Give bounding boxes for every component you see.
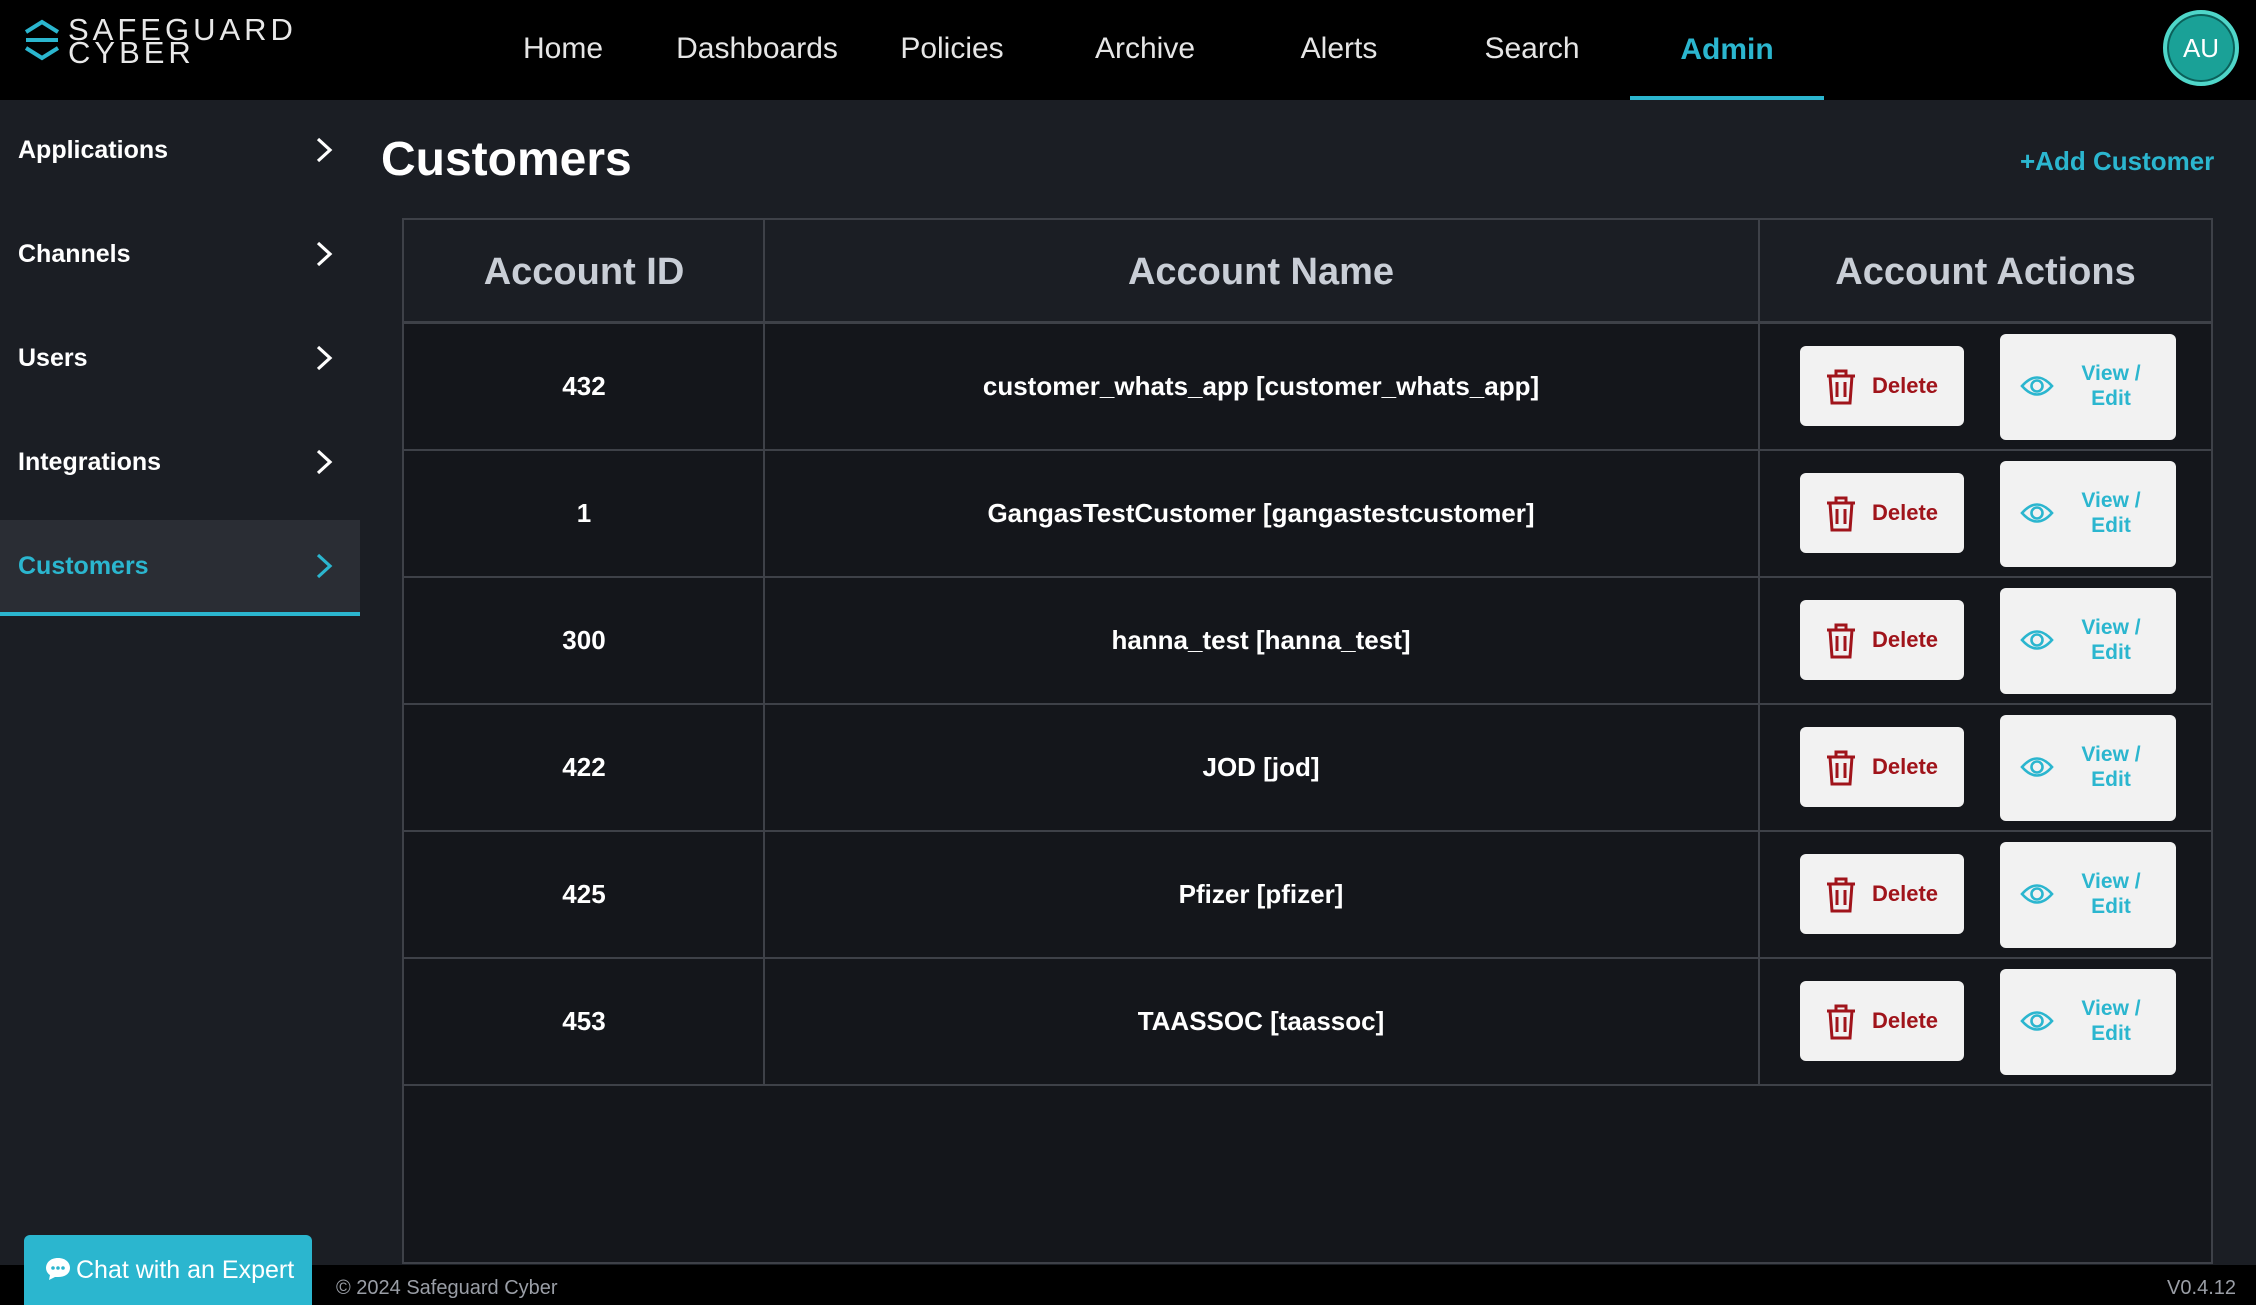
footer: © 2024 Safeguard Cyber V0.4.12	[0, 1265, 2256, 1305]
delete-button[interactable]: Delete	[1800, 727, 1964, 807]
delete-button-label: Delete	[1872, 754, 1939, 779]
copyright-text: © 2024 Safeguard Cyber	[336, 1277, 558, 1299]
view-edit-button-label: View / Edit	[2081, 743, 2141, 791]
admin-sidebar: Applications Channels Users Integrations…	[0, 100, 360, 1265]
account-id-cell: 432	[562, 371, 606, 401]
nav-home[interactable]: Home	[510, 0, 616, 100]
trash-icon	[1827, 369, 1855, 405]
nav-search[interactable]: Search	[1470, 0, 1594, 100]
trash-icon	[1827, 1004, 1855, 1040]
delete-button[interactable]: Delete	[1800, 473, 1964, 553]
chevron-right-icon	[316, 449, 333, 475]
delete-button[interactable]: Delete	[1800, 854, 1964, 934]
view-edit-button[interactable]: View / Edit	[2000, 842, 2176, 948]
page-title: Customers	[381, 133, 632, 186]
delete-button-label: Delete	[1872, 881, 1939, 906]
sidebar-item-customers[interactable]: Customers	[0, 520, 360, 616]
delete-button[interactable]: Delete	[1800, 981, 1964, 1061]
chevron-right-icon	[316, 241, 333, 267]
top-navigation-bar: SAFEGUARD CYBER Home Dashboards Policies…	[0, 0, 2256, 100]
view-edit-button-label: View / Edit	[2081, 616, 2141, 664]
trash-icon	[1827, 623, 1855, 659]
delete-button[interactable]: Delete	[1800, 346, 1964, 426]
chevron-right-icon	[316, 553, 333, 579]
view-edit-button-label: View / Edit	[2081, 489, 2141, 537]
column-header-account-id: Account ID	[483, 251, 685, 293]
table-header: Account ID Account Name Account Actions	[404, 220, 2211, 324]
version-text: V0.4.12	[2167, 1277, 2236, 1299]
view-edit-button-label: View / Edit	[2081, 997, 2141, 1045]
account-name-cell: TAASSOC [taassoc]	[1137, 1006, 1385, 1036]
sidebar-item-label: Users	[18, 344, 88, 372]
account-name-cell: JOD [jod]	[1202, 752, 1320, 782]
sidebar-item-label: Customers	[18, 552, 149, 580]
nav-dashboards[interactable]: Dashboards	[662, 0, 852, 100]
account-name-cell: Pfizer [pfizer]	[1178, 879, 1344, 909]
nav-alerts[interactable]: Alerts	[1280, 0, 1398, 100]
view-edit-button-label: View / Edit	[2081, 870, 2141, 918]
logo-text: SAFEGUARD CYBER	[68, 14, 297, 68]
account-id-cell: 422	[562, 752, 606, 782]
eye-icon	[2020, 757, 2054, 777]
sidebar-item-applications[interactable]: Applications	[0, 102, 360, 198]
account-id-cell: 453	[562, 1006, 606, 1036]
safeguard-cyber-logo[interactable]: SAFEGUARD CYBER	[22, 14, 302, 68]
table-row: 300 hanna_test [hanna_test] Delete View …	[404, 578, 2211, 705]
view-edit-button[interactable]: View / Edit	[2000, 334, 2176, 440]
sidebar-item-label: Integrations	[18, 448, 162, 476]
column-header-account-actions: Account Actions	[1835, 251, 2136, 293]
view-edit-button[interactable]: View / Edit	[2000, 969, 2176, 1075]
account-name-cell: GangasTestCustomer [gangastestcustomer]	[987, 498, 1535, 528]
account-id-cell: 300	[562, 625, 606, 655]
account-id-cell: 1	[576, 498, 592, 528]
delete-button-label: Delete	[1872, 500, 1939, 525]
table-row: 432 customer_whats_app [customer_whats_a…	[404, 324, 2211, 451]
add-customer-link[interactable]: +Add Customer	[2020, 146, 2214, 177]
user-avatar[interactable]: AU	[2163, 10, 2239, 86]
nav-archive[interactable]: Archive	[1080, 0, 1210, 100]
table-row: 425 Pfizer [pfizer] Delete View / Edit	[404, 832, 2211, 959]
view-edit-button[interactable]: View / Edit	[2000, 461, 2176, 567]
sidebar-item-integrations[interactable]: Integrations	[0, 414, 360, 510]
delete-button-label: Delete	[1872, 1008, 1939, 1033]
nav-admin[interactable]: Admin	[1630, 0, 1824, 100]
eye-icon	[2020, 376, 2054, 396]
delete-button-label: Delete	[1872, 627, 1939, 652]
chat-with-expert-button[interactable]: Chat with an Expert	[24, 1235, 312, 1305]
sidebar-item-label: Channels	[18, 240, 131, 268]
account-name-cell: customer_whats_app [customer_whats_app]	[982, 371, 1540, 401]
chat-bubble-icon	[46, 1258, 70, 1280]
chevron-right-icon	[316, 137, 333, 163]
delete-button-label: Delete	[1872, 373, 1939, 398]
table-row: 1 GangasTestCustomer [gangastestcustomer…	[404, 451, 2211, 578]
table-row: 453 TAASSOC [taassoc] Delete View / Edit	[404, 959, 2211, 1086]
account-name-cell: hanna_test [hanna_test]	[1111, 625, 1411, 655]
customers-table: Account ID Account Name Account Actions …	[402, 218, 2213, 1264]
table-row: 422 JOD [jod] Delete View / Edit	[404, 705, 2211, 832]
trash-icon	[1827, 877, 1855, 913]
column-header-account-name: Account Name	[1127, 251, 1395, 293]
view-edit-button-label: View / Edit	[2081, 362, 2141, 410]
chevron-right-icon	[316, 345, 333, 371]
sidebar-item-label: Applications	[18, 136, 169, 164]
eye-icon	[2020, 1011, 2054, 1031]
trash-icon	[1827, 750, 1855, 786]
eye-icon	[2020, 503, 2054, 523]
sidebar-item-users[interactable]: Users	[0, 310, 360, 406]
view-edit-button[interactable]: View / Edit	[2000, 588, 2176, 694]
logo-mark-icon	[24, 19, 60, 61]
trash-icon	[1827, 496, 1855, 532]
nav-policies[interactable]: Policies	[892, 0, 1012, 100]
view-edit-button[interactable]: View / Edit	[2000, 715, 2176, 821]
eye-icon	[2020, 884, 2054, 904]
delete-button[interactable]: Delete	[1800, 600, 1964, 680]
account-id-cell: 425	[562, 879, 606, 909]
eye-icon	[2020, 630, 2054, 650]
chat-button-label: Chat with an Expert	[76, 1256, 295, 1284]
sidebar-item-channels[interactable]: Channels	[0, 206, 360, 302]
